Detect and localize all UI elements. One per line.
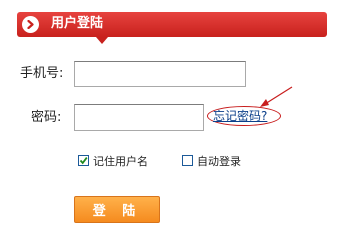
checkmark-icon	[79, 157, 88, 165]
phone-input[interactable]	[74, 61, 246, 87]
forgot-password-link[interactable]: 忘记密码?	[213, 109, 267, 123]
password-label: 密码:	[31, 110, 62, 125]
arrow-right-circle-icon	[22, 16, 39, 33]
annotation-arrow-icon	[260, 86, 293, 107]
login-header: 用户登陆	[17, 12, 327, 37]
auto-login-label: 自动登录	[197, 155, 241, 168]
header-title: 用户登陆	[51, 16, 104, 31]
header-pointer	[96, 37, 108, 44]
login-button[interactable]: 登 陆	[74, 196, 160, 223]
remember-username-checkbox[interactable]	[78, 155, 89, 166]
phone-label: 手机号:	[20, 66, 64, 81]
password-input[interactable]	[74, 104, 204, 131]
auto-login-checkbox[interactable]	[182, 155, 193, 166]
remember-username-label: 记住用户名	[93, 155, 148, 168]
